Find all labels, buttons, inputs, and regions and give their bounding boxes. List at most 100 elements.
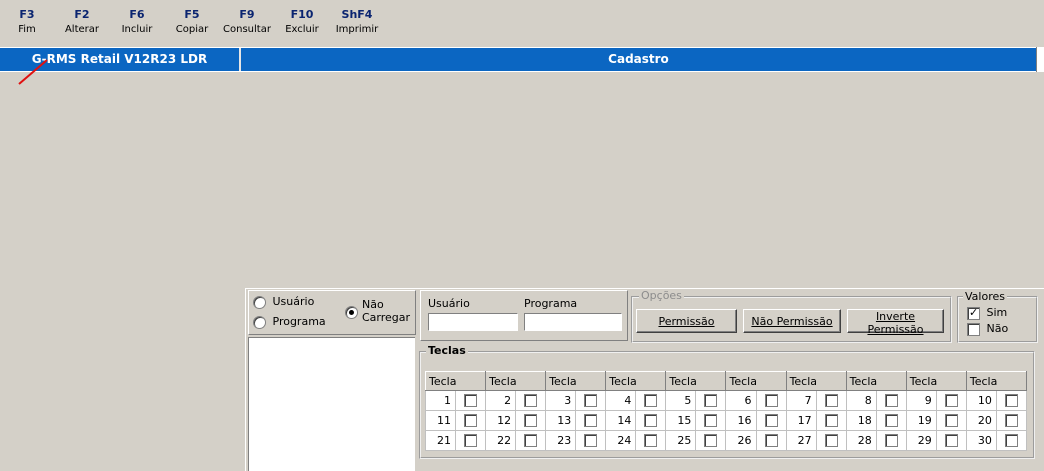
tecla-checkbox[interactable]	[635, 410, 667, 431]
tecla-column-header: Tecla	[905, 371, 967, 391]
tecla-checkbox[interactable]	[755, 390, 787, 411]
tecla-checkbox[interactable]	[875, 430, 907, 451]
tecla-number: 16	[725, 410, 757, 431]
f9-key: F9	[239, 8, 255, 21]
checkbox-icon	[884, 414, 898, 428]
tecla-checkbox[interactable]	[815, 430, 847, 451]
fields-group: Usuário Programa	[420, 290, 628, 341]
tecla-column-header: Tecla	[965, 371, 1028, 391]
tecla-column-header: Tecla	[665, 371, 727, 391]
excluir-label: Excluir	[285, 24, 319, 35]
title-bar: G-RMS Retail V12R23 LDR Cadastro	[0, 47, 1036, 72]
consultar-label: Consultar	[223, 24, 271, 35]
nao-carregar-radio[interactable]	[345, 305, 358, 319]
programa-radio-label: Programa	[272, 315, 326, 328]
f5-key: F5	[184, 8, 200, 21]
tecla-number: 20	[965, 410, 997, 431]
tecla-checkbox[interactable]	[695, 390, 727, 411]
tecla-checkbox[interactable]	[935, 430, 967, 451]
tecla-number: 2	[485, 390, 517, 411]
checkbox-icon	[764, 434, 778, 448]
tecla-number: 22	[485, 430, 517, 451]
f9-consultar-button[interactable]: F9 Consultar	[220, 7, 274, 37]
usuario-radio[interactable]: Usuário	[253, 295, 314, 309]
opcoes-title: Opções	[639, 289, 684, 302]
tecla-checkbox[interactable]	[695, 430, 727, 451]
checkbox-icon	[824, 434, 838, 448]
tecla-checkbox[interactable]	[515, 410, 547, 431]
valores-title: Valores	[963, 290, 1007, 303]
f10-key: F10	[290, 8, 314, 21]
tecla-checkbox[interactable]	[935, 410, 967, 431]
tecla-checkbox[interactable]	[575, 410, 607, 431]
tecla-checkbox[interactable]	[515, 390, 547, 411]
f2-alterar-button[interactable]: F2 Alterar	[55, 7, 109, 37]
tecla-checkbox[interactable]	[875, 410, 907, 431]
nao-check-icon	[967, 322, 980, 336]
permissao-button[interactable]: Permissão	[636, 309, 737, 333]
checkbox-icon	[464, 434, 478, 448]
tecla-checkbox[interactable]	[995, 430, 1028, 451]
filter-radio-group: Usuário Programa Não Carregar	[248, 290, 416, 335]
tecla-checkbox[interactable]	[575, 430, 607, 451]
tecla-number: 30	[965, 430, 997, 451]
tecla-checkbox[interactable]	[575, 390, 607, 411]
checkbox-icon	[644, 434, 658, 448]
tecla-checkbox[interactable]	[755, 410, 787, 431]
nao-checkbox[interactable]: Não	[967, 322, 1008, 336]
table-row: 21 22 23 24 25 26 27 28 29 30	[424, 430, 1028, 451]
tecla-number: 21	[424, 430, 457, 451]
tecla-number: 10	[965, 390, 997, 411]
checkbox-icon	[644, 414, 658, 428]
tecla-number: 25	[665, 430, 697, 451]
nao-label: Não	[362, 298, 384, 311]
usuario-input[interactable]	[428, 313, 518, 331]
sim-checkbox[interactable]: Sim	[967, 306, 1007, 320]
tecla-checkbox[interactable]	[935, 390, 967, 411]
f3-fim-button[interactable]: F3 Fim	[0, 7, 54, 37]
checkbox-icon	[824, 414, 838, 428]
tecla-checkbox[interactable]	[815, 390, 847, 411]
nao-carregar-radio-icon	[345, 305, 358, 319]
f10-excluir-button[interactable]: F10 Excluir	[275, 7, 329, 37]
table-row: 11 12 13 14 15 16 17 18 19 20	[424, 410, 1028, 431]
tecla-number: 4	[605, 390, 637, 411]
checkbox-icon	[944, 414, 958, 428]
checkbox-icon	[464, 394, 478, 408]
tecla-checkbox[interactable]	[995, 410, 1028, 431]
tecla-checkbox[interactable]	[695, 410, 727, 431]
screen-title: Cadastro	[608, 52, 669, 66]
tecla-checkbox[interactable]	[455, 410, 487, 431]
checkbox-icon	[944, 394, 958, 408]
tecla-column-header: Tecla	[545, 371, 607, 391]
sim-check-icon	[967, 306, 980, 320]
tecla-checkbox[interactable]	[515, 430, 547, 451]
tecla-checkbox[interactable]	[755, 430, 787, 451]
tecla-checkbox[interactable]	[455, 390, 487, 411]
tecla-checkbox[interactable]	[635, 390, 667, 411]
tecla-checkbox[interactable]	[995, 390, 1028, 411]
checkbox-icon	[524, 414, 538, 428]
carregar-label: Carregar	[362, 311, 411, 324]
tecla-checkbox[interactable]	[875, 390, 907, 411]
inverte-permissao-button[interactable]: Inverte Permissão	[847, 309, 944, 336]
programa-radio[interactable]: Programa	[253, 315, 326, 329]
permissao-label: Permissão	[658, 314, 715, 328]
tecla-checkbox[interactable]	[455, 430, 487, 451]
programa-input[interactable]	[524, 313, 622, 331]
nao-permissao-button[interactable]: Não Permissão	[743, 309, 841, 333]
tecla-checkbox[interactable]	[815, 410, 847, 431]
tecla-number: 26	[725, 430, 757, 451]
f5-copiar-button[interactable]: F5 Copiar	[165, 7, 219, 37]
f6-incluir-button[interactable]: F6 Incluir	[110, 7, 164, 37]
program-list-box[interactable]	[248, 337, 415, 471]
tecla-checkbox[interactable]	[635, 430, 667, 451]
tecla-number: 5	[665, 390, 697, 411]
window-edge	[1036, 47, 1044, 72]
checkbox-icon	[524, 434, 538, 448]
checkbox-icon	[884, 434, 898, 448]
f2-key: F2	[74, 8, 90, 21]
shf4-imprimir-button[interactable]: ShF4 Imprimir	[330, 7, 384, 37]
tecla-number: 9	[905, 390, 937, 411]
usuario-radio-icon	[253, 295, 266, 309]
